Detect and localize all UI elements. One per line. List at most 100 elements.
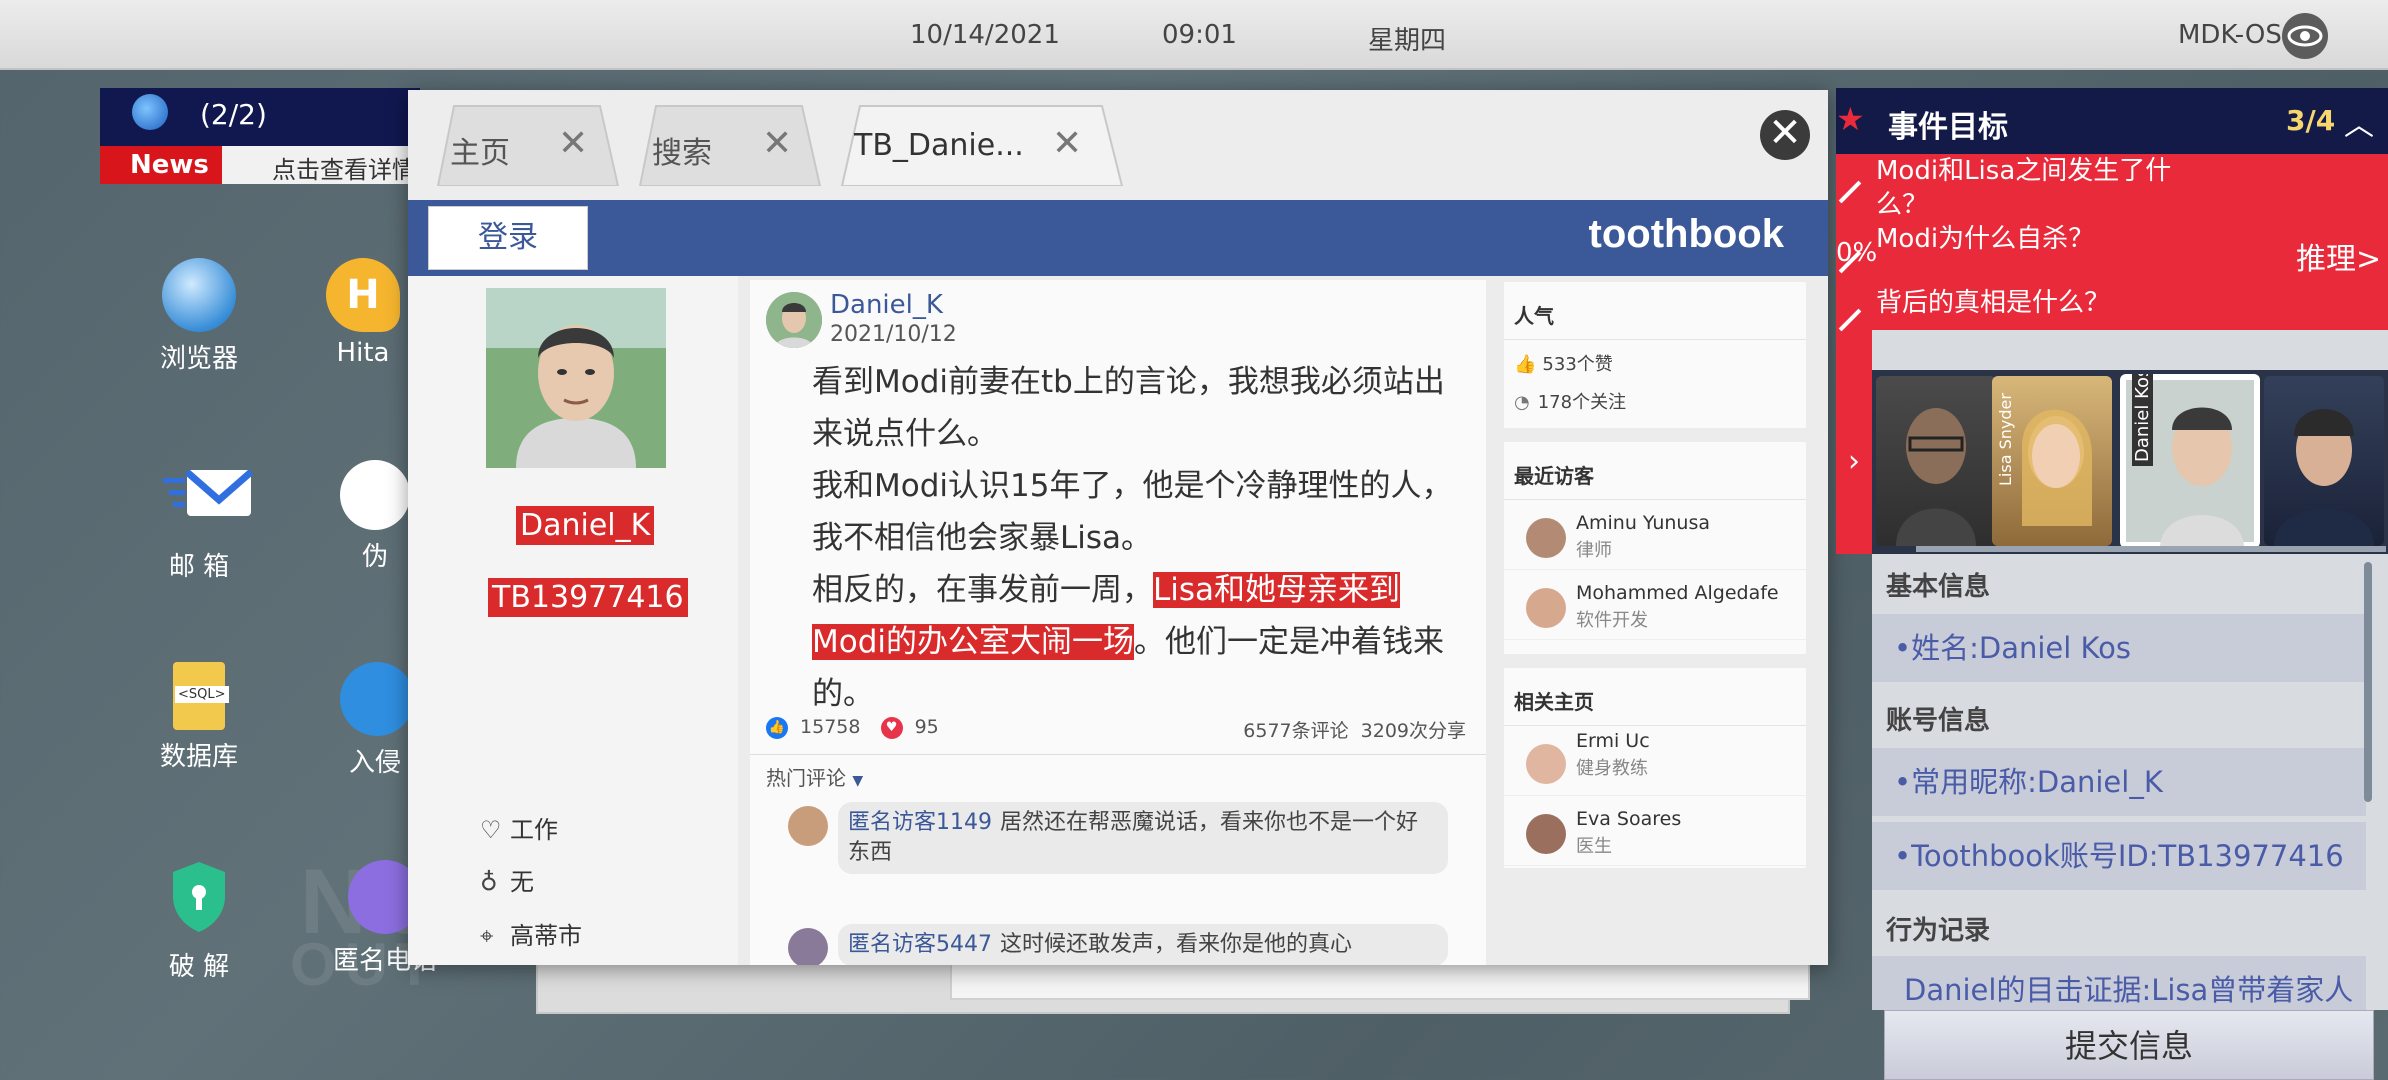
related-name: Ermi Uc xyxy=(1576,730,1650,752)
tab-profile[interactable]: TB_Danie... ✕ xyxy=(824,104,1124,186)
card-title: 人气 xyxy=(1504,282,1806,340)
character-card[interactable] xyxy=(2264,376,2384,546)
post-card: Daniel_K 2021/10/12 看到Modi前妻在tb上的言论，我想我必… xyxy=(750,280,1486,965)
sql-file-icon: <SQL> xyxy=(173,662,229,730)
post-paragraph: 我和Modi认识15年了，他是个冷静理性的人，我不相信他会家暴Lisa。 xyxy=(812,468,1453,556)
desktop-icon-disguise[interactable]: 伪 xyxy=(340,460,410,573)
visitor-role: 律师 xyxy=(1576,540,1612,561)
desktop-icon-label: 破 解 xyxy=(168,952,230,982)
objectives-count: 3/4 xyxy=(2286,104,2336,137)
heart-outline-icon: ♡ xyxy=(480,816,502,844)
comment-avatar xyxy=(788,806,828,846)
hot-comments-toggle[interactable]: 热门评论 ▼ xyxy=(766,762,863,791)
heart-count: 95 xyxy=(914,716,939,738)
tab-label: 搜索 xyxy=(652,136,712,171)
news-text: 点击查看详情 xyxy=(272,156,416,184)
close-icon[interactable]: ✕ xyxy=(762,126,792,162)
visitor-name: Aminu Yunusa xyxy=(1576,512,1711,534)
profile-avatar[interactable] xyxy=(486,288,666,468)
character-card-name: Lisa Snyder xyxy=(1996,393,2015,486)
tab-search[interactable]: 搜索 ✕ xyxy=(622,104,822,186)
desktop-icon-label: 浏览器 xyxy=(159,344,238,374)
comment-author[interactable]: 匿名访客1149 xyxy=(848,810,992,835)
profile-job-text: 工作 xyxy=(510,816,558,844)
related-name: Eva Soares xyxy=(1576,808,1682,830)
mail-icon xyxy=(159,460,254,540)
desktop-icon-database[interactable]: <SQL> 数据库 xyxy=(124,662,274,773)
character-card[interactable]: Lisa Snyder xyxy=(1992,376,2112,546)
objectives-header[interactable]: ★ 事件目标 3/4 ︿ xyxy=(1836,88,2388,154)
profile-name: Daniel_K xyxy=(516,506,655,545)
progress-percent: 0% xyxy=(1836,238,1878,268)
hita-icon: H xyxy=(326,258,400,332)
eye-icon[interactable] xyxy=(2282,13,2328,59)
visitor-item[interactable]: Aminu Yunusa 律师 xyxy=(1504,500,1806,570)
post-stats: 👍 15758 ♥ 95 3209次分享 6577条评论 xyxy=(766,716,1466,743)
visitor-avatar xyxy=(1526,588,1566,628)
related-avatar xyxy=(1526,814,1566,854)
expand-chevron-icon[interactable]: › xyxy=(1836,370,1872,554)
top-status-bar: 10/14/2021 09:01 星期四 MDK-OS xyxy=(0,0,2388,70)
comment-avatar xyxy=(788,928,828,965)
date-text: 10/14/2021 xyxy=(910,20,1060,50)
desktop-icon-hack[interactable]: 入侵 xyxy=(340,662,414,779)
post-date: 2021/10/12 xyxy=(830,322,957,347)
like-icon: 👍 xyxy=(766,716,788,739)
desktop-icon-mail[interactable]: 邮 箱 xyxy=(124,460,274,583)
objective-item[interactable]: 背后的真相是什么？ xyxy=(1876,286,2206,320)
card-strip-scroll-track[interactable] xyxy=(1916,546,2386,552)
popularity-card: 人气 👍 533个赞 ◔ 178个关注 xyxy=(1504,282,1806,428)
section-title: 基本信息 xyxy=(1886,572,1991,602)
tab-label: 主页 xyxy=(450,136,510,171)
window-close-button[interactable]: ✕ xyxy=(1760,110,1810,160)
card-title: 最近访客 xyxy=(1504,442,1806,500)
close-icon[interactable]: ✕ xyxy=(558,126,588,162)
deduce-button[interactable]: 推理> xyxy=(2296,234,2381,278)
hook-icon xyxy=(340,662,414,736)
info-field-tbid[interactable]: •Toothbook账号ID:TB13977416 xyxy=(1872,822,2366,890)
related-item[interactable]: Ermi Uc 健身教练 xyxy=(1504,726,1806,796)
desktop-icon-browser[interactable]: 浏览器 xyxy=(124,258,274,375)
comment-text: 这时候还敢发声，看来你是他的真心 xyxy=(1000,932,1353,957)
desktop-icon-hita[interactable]: H Hita xyxy=(318,258,408,368)
post-avatar[interactable] xyxy=(766,292,822,348)
desktop-icon-label: 邮 箱 xyxy=(168,552,230,582)
post-username[interactable]: Daniel_K xyxy=(830,290,943,320)
login-button[interactable]: 登录 xyxy=(428,206,588,270)
objective-item[interactable]: Modi和Lisa之间发生了什么？ xyxy=(1876,154,2206,222)
tab-home[interactable]: 主页 ✕ xyxy=(420,104,620,186)
profile-city: ⌖ 高蒂市 xyxy=(480,916,582,951)
comment-bubble: 匿名访客1149 居然还在帮恶魔说话，看来你也不是一个好东西 xyxy=(838,802,1448,874)
desktop-icon-label: 入侵 xyxy=(348,748,401,778)
disguise-icon xyxy=(340,460,410,530)
comment-author[interactable]: 匿名访客5447 xyxy=(848,932,992,957)
post-paragraph: 相反的，在事发前一周，Lisa和她母亲来到Modi的办公室大闹一场。他们一定是冲… xyxy=(812,564,1472,720)
news-count: (2/2) xyxy=(200,98,267,131)
location-pin-icon: ⌖ xyxy=(480,922,494,950)
related-item[interactable]: Eva Soares 医生 xyxy=(1504,796,1806,866)
submit-info-button[interactable]: 提交信息 xyxy=(1884,1010,2374,1080)
globe-icon xyxy=(132,94,168,130)
time-text: 09:01 xyxy=(1162,20,1237,50)
close-icon[interactable]: ✕ xyxy=(1052,126,1082,162)
share-count: 3209次分享 xyxy=(1360,720,1466,742)
objective-item[interactable]: Modi为什么自杀？ xyxy=(1876,222,2206,256)
info-field-nickname[interactable]: •常用昵称:Daniel_K xyxy=(1872,748,2366,816)
info-scrollbar[interactable] xyxy=(2364,562,2372,802)
visitor-name: Mohammed Algedafe xyxy=(1576,582,1779,604)
character-card-strip: Lisa Snyder Daniel Kos xyxy=(1872,370,2388,554)
page-content: Daniel_K TB13977416 ♡ 工作 ♁ 无 ⌖ 高蒂市 Daniel_K… xyxy=(408,276,1828,965)
character-card-selected[interactable]: Daniel Kos xyxy=(2120,374,2260,548)
globe-icon xyxy=(162,258,236,332)
news-tag: News xyxy=(100,146,222,184)
visitor-item[interactable]: Mohammed Algedafe 软件开发 xyxy=(1504,570,1806,640)
info-field-behavior[interactable]: Daniel的目击证据:Lisa曾带着家人 xyxy=(1872,956,2366,1010)
divider xyxy=(750,754,1486,755)
likes-text: 533个赞 xyxy=(1542,354,1613,375)
character-card[interactable] xyxy=(1876,376,1996,546)
info-field-name[interactable]: •姓名:Daniel Kos xyxy=(1872,614,2366,682)
desktop-icon-crack[interactable]: 破 解 xyxy=(124,860,274,983)
chevron-up-icon[interactable]: ︿ xyxy=(2344,100,2374,144)
related-role: 健身教练 xyxy=(1576,758,1648,779)
profile-column: Daniel_K TB13977416 ♡ 工作 ♁ 无 ⌖ 高蒂市 xyxy=(408,276,738,965)
